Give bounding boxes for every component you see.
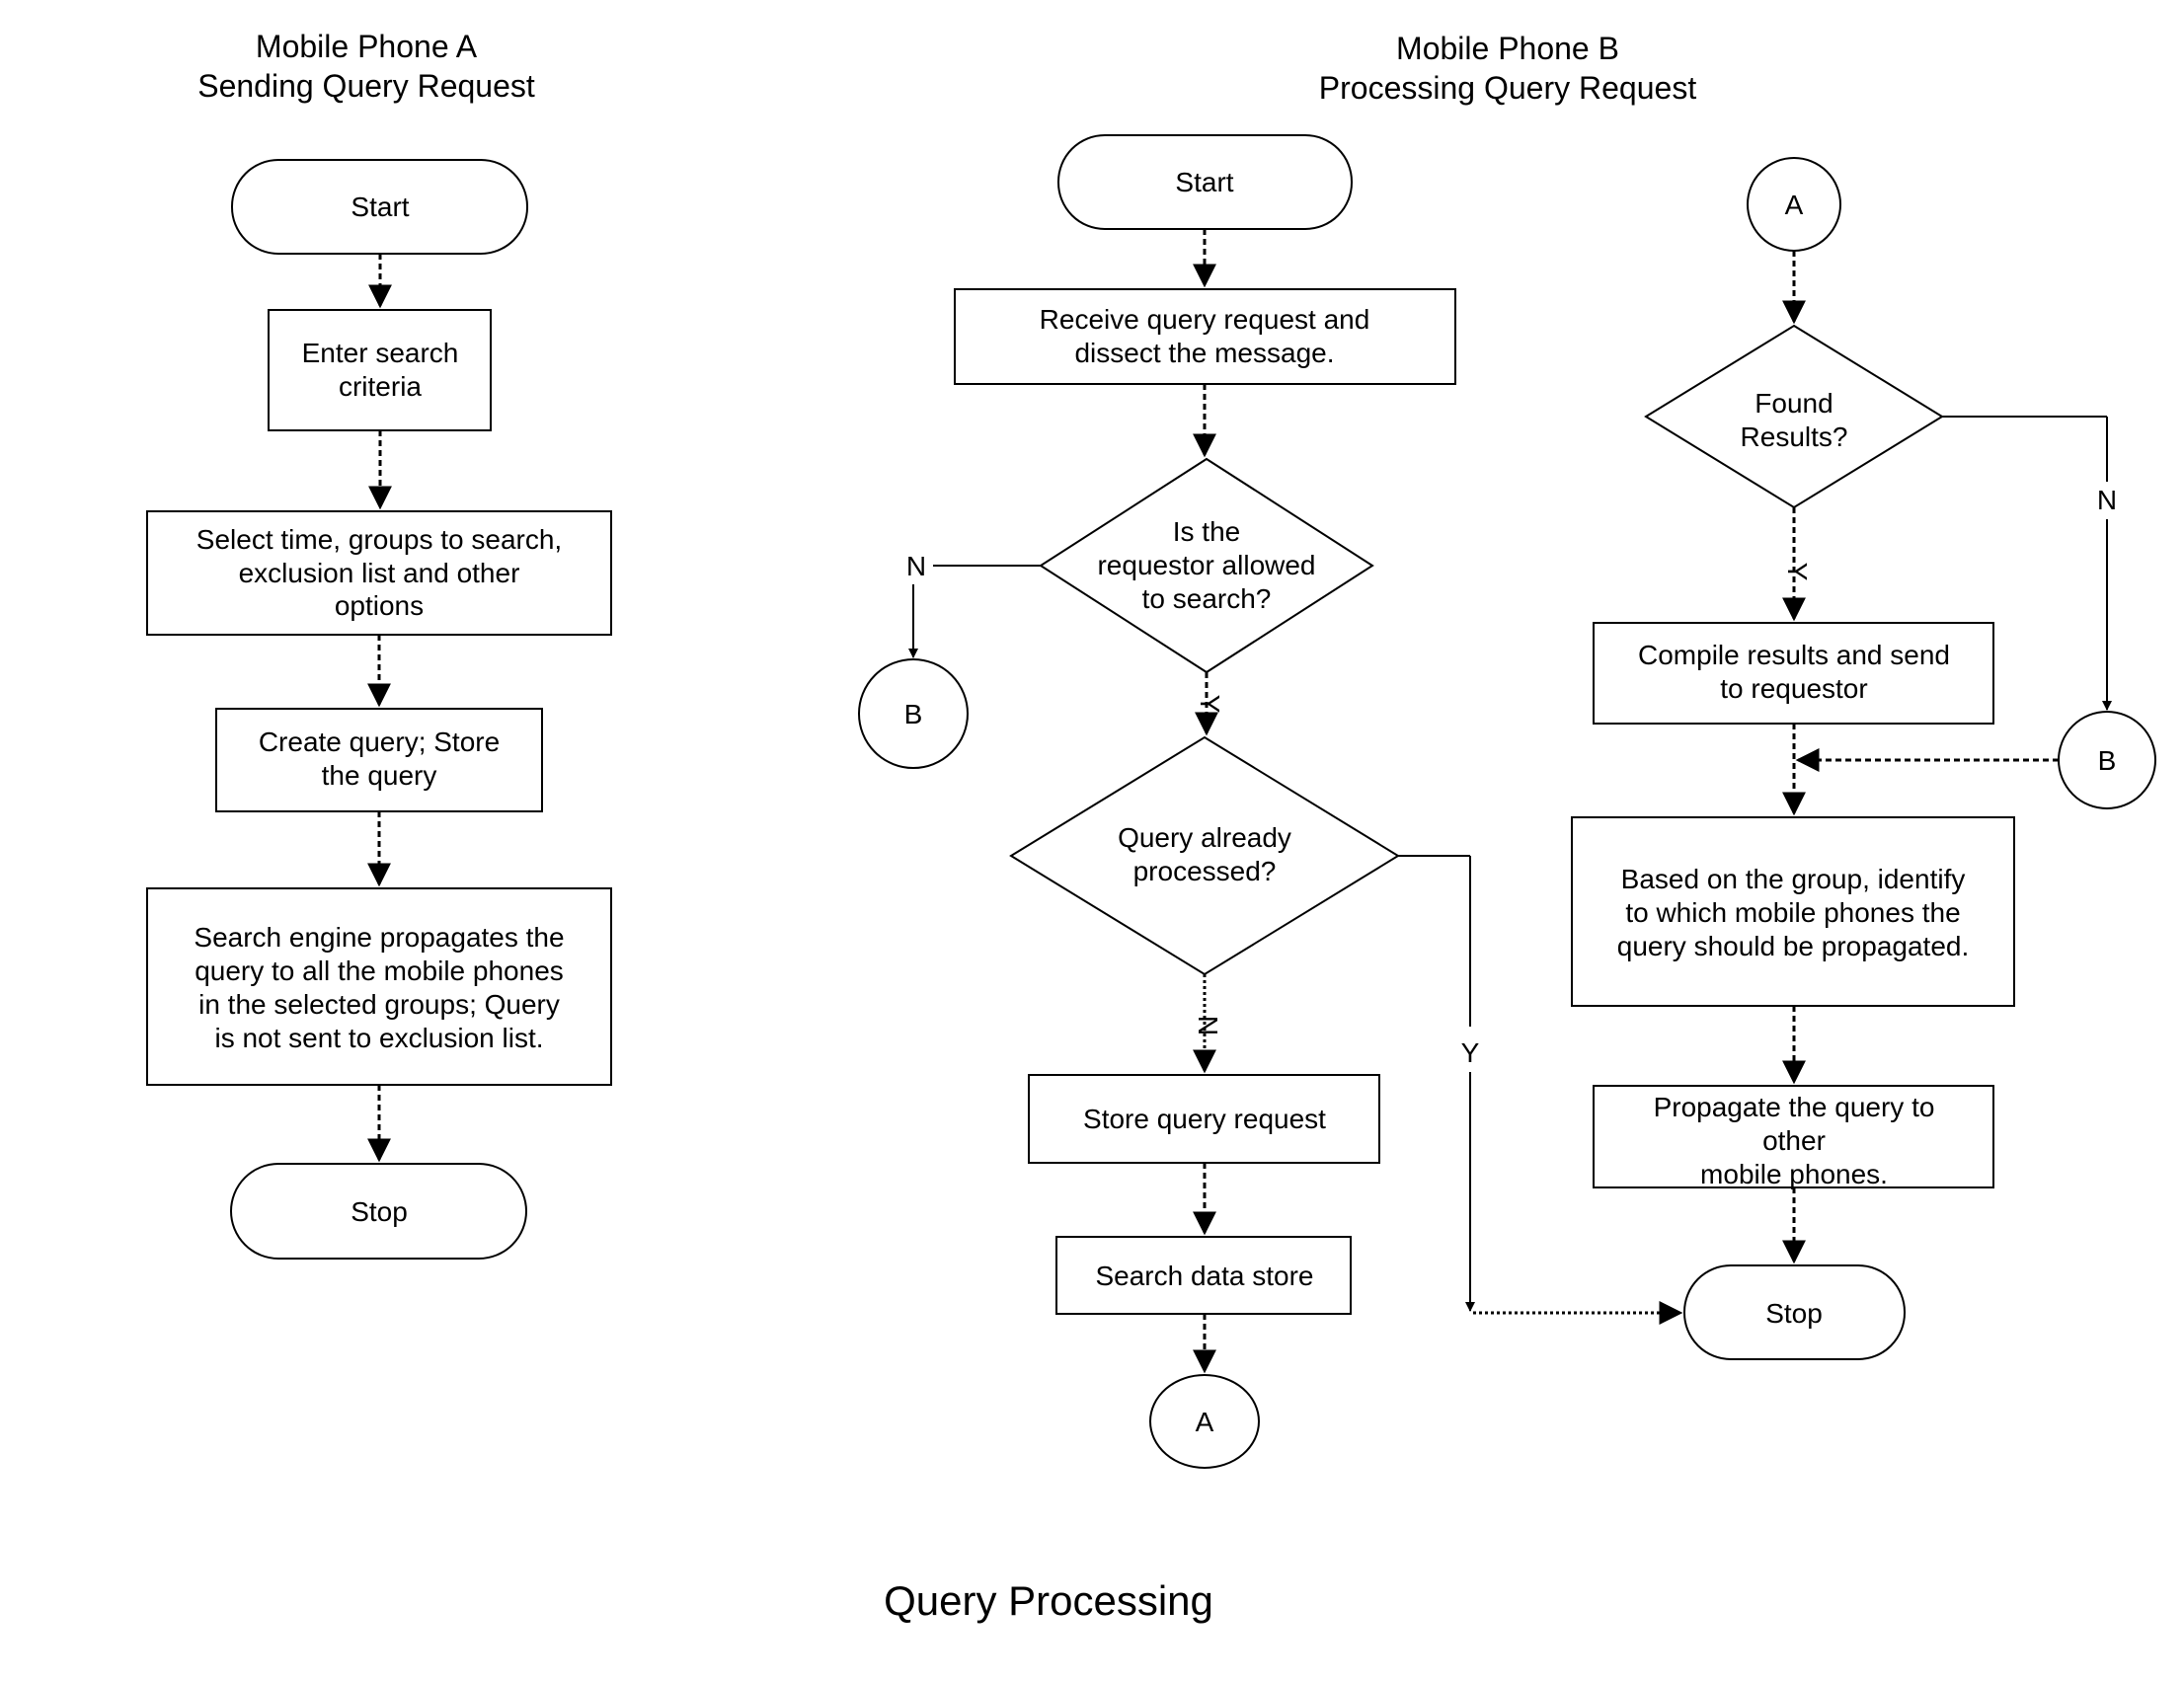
node-text-line: to requestor <box>1720 673 1867 704</box>
phone-a-stop-label: Stop <box>351 1196 408 1227</box>
phone-a-enter-criteria-box: Enter search criteria <box>268 309 492 431</box>
phone-b-receive-box: Receive query request and dissect the me… <box>954 288 1456 385</box>
node-text-line: Is the <box>1173 516 1240 547</box>
node-text-line: mobile phones. <box>1700 1159 1888 1189</box>
phone-b-title-line2: Processing Query Request <box>1319 70 1697 106</box>
phone-b-stop-label: Stop <box>1765 1298 1823 1329</box>
found-no-label: N <box>2097 485 2117 515</box>
node-text-line: Search data store <box>1095 1261 1313 1291</box>
phone-b-start-node: Start <box>1057 134 1353 230</box>
node-text-line: to search? <box>1142 583 1272 614</box>
phone-b-start-label: Start <box>1175 167 1233 197</box>
processed-no-label: N <box>1193 1016 1223 1035</box>
node-text-line: Compile results and send <box>1638 640 1950 670</box>
node-text-line: Query already <box>1118 822 1291 853</box>
connector-label: A <box>1196 1407 1214 1437</box>
connector-b-left: B <box>858 658 969 769</box>
node-text-line: Store query request <box>1083 1104 1326 1134</box>
node-text-line: Receive query request and <box>1040 304 1370 335</box>
propagate-box: Propagate the query to other mobile phon… <box>1593 1085 1994 1189</box>
allowed-decision: Is the requestor allowed to search? <box>1039 457 1374 674</box>
processed-decision: Query already processed? <box>1009 735 1400 976</box>
connector-a-bottom: A <box>1149 1374 1260 1469</box>
node-text-line: is not sent to exclusion list. <box>214 1023 543 1053</box>
node-text-line: Results? <box>1741 421 1848 452</box>
node-text-line: in the selected groups; Query <box>198 989 560 1020</box>
phone-b-stop-node: Stop <box>1683 1264 1906 1360</box>
node-text-line: query to all the mobile phones <box>195 956 564 986</box>
allowed-no-label: N <box>906 551 926 581</box>
compile-box: Compile results and send to requestor <box>1593 622 1994 725</box>
phone-a-title-line1: Mobile Phone A <box>256 29 478 64</box>
phone-a-start-label: Start <box>351 191 409 222</box>
connector-b-right: B <box>2058 711 2156 809</box>
node-text-line: criteria <box>339 371 422 402</box>
node-text-line: Based on the group, identify <box>1621 864 1966 894</box>
processed-yes-label: Y <box>1461 1037 1480 1068</box>
store-request-box: Store query request <box>1028 1074 1380 1164</box>
node-text-line: exclusion list and other <box>239 558 520 588</box>
node-text-line: query should be propagated. <box>1617 931 1970 961</box>
node-text-line: Found <box>1755 388 1833 419</box>
node-text-line: requestor allowed <box>1097 550 1315 580</box>
phone-a-start-node: Start <box>231 159 528 255</box>
phone-a-propagate-box: Search engine propagates the query to al… <box>146 887 612 1086</box>
connector-label: B <box>904 699 923 729</box>
node-text-line: dissect the message. <box>1074 338 1334 368</box>
phone-a-select-options-box: Select time, groups to search, exclusion… <box>146 510 612 636</box>
flowchart: Mobile Phone A Sending Query Request Sta… <box>146 29 2156 1624</box>
connector-label: A <box>1785 190 1804 220</box>
identify-box: Based on the group, identify to which mo… <box>1571 816 2015 1007</box>
phone-a-create-query-box: Create query; Store the query <box>215 708 543 812</box>
node-text-line: Propagate the query to <box>1654 1092 1935 1122</box>
connector-label: B <box>2098 745 2117 776</box>
node-text-line: Select time, groups to search, <box>196 524 562 555</box>
phone-a-stop-node: Stop <box>230 1163 527 1260</box>
node-text-line: Create query; Store <box>259 727 500 757</box>
node-text-line: options <box>335 590 424 621</box>
figure-caption: Query Processing <box>884 1577 1213 1624</box>
node-text-line: the query <box>322 760 437 791</box>
node-text-line: processed? <box>1133 856 1277 886</box>
search-store-box: Search data store <box>1055 1236 1352 1315</box>
connector-a-top: A <box>1747 157 1841 252</box>
node-text-line: Search engine propagates the <box>194 922 564 953</box>
node-text-line: other <box>1762 1125 1826 1156</box>
allowed-yes-label: Y <box>1195 695 1225 714</box>
found-decision: Found Results? <box>1644 324 1944 509</box>
phone-b-title-line1: Mobile Phone B <box>1396 31 1619 66</box>
phone-a-title-line2: Sending Query Request <box>197 68 535 104</box>
node-text-line: Enter search <box>302 338 459 368</box>
found-yes-label: Y <box>1782 563 1813 581</box>
node-text-line: to which mobile phones the <box>1625 897 1960 928</box>
